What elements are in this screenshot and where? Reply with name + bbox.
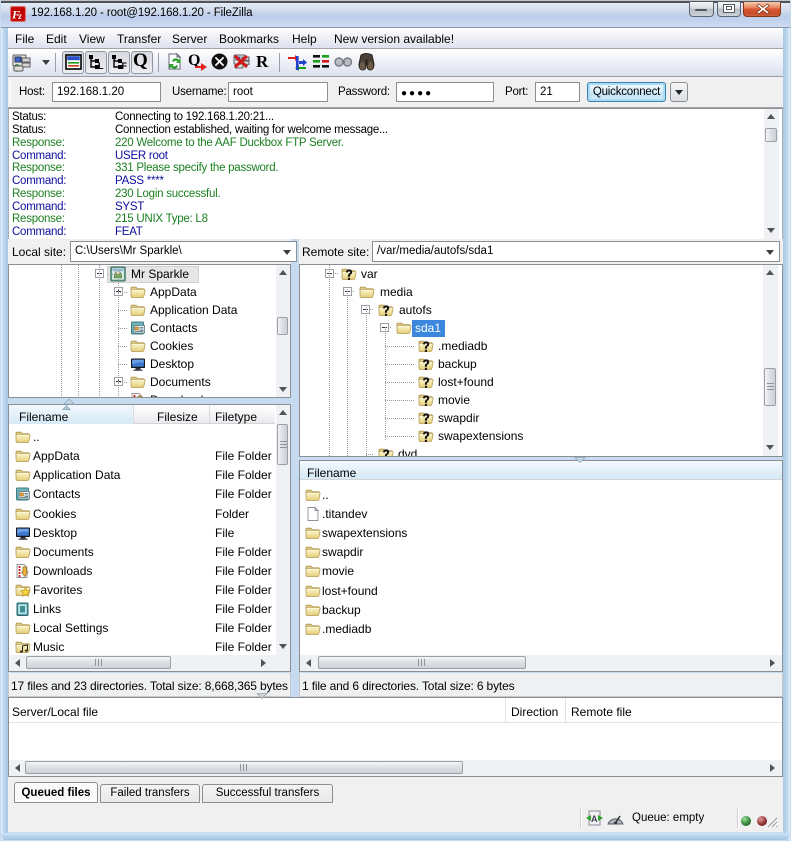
svg-text:A: A bbox=[591, 814, 598, 824]
svg-text:F: F bbox=[122, 61, 128, 71]
svg-text:L: L bbox=[98, 61, 104, 71]
svg-text:z: z bbox=[17, 11, 22, 21]
